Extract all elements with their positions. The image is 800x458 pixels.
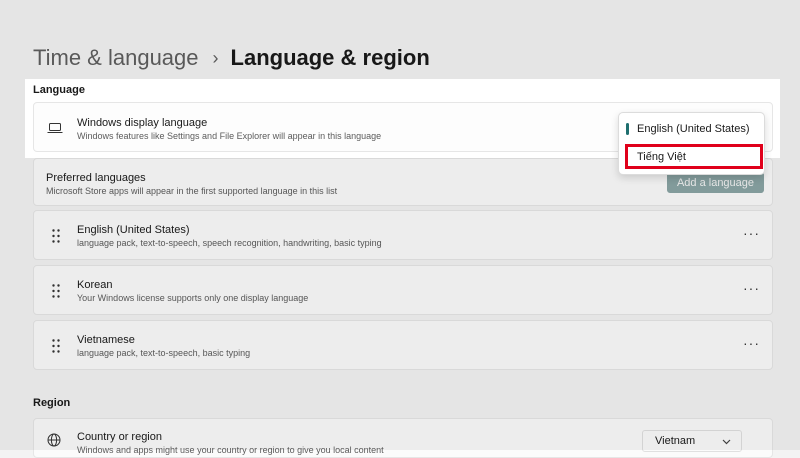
chevron-down-icon <box>722 436 731 448</box>
add-language-button[interactable]: Add a language <box>667 172 764 193</box>
display-language-title: Windows display language <box>77 117 208 129</box>
display-language-dropdown: English (United States) Tiếng Việt <box>618 112 765 175</box>
drag-handle-icon[interactable] <box>52 339 60 353</box>
country-region-title: Country or region <box>77 431 162 443</box>
drag-handle-icon[interactable] <box>52 229 60 243</box>
more-options-icon[interactable]: ··· <box>743 225 760 241</box>
dropdown-option-vietnamese[interactable]: Tiếng Việt <box>625 146 758 168</box>
language-item[interactable]: Vietnamese language pack, text-to-speech… <box>33 320 773 370</box>
laptop-icon <box>47 121 63 139</box>
breadcrumb-parent[interactable]: Time & language <box>33 45 199 71</box>
more-options-icon[interactable]: ··· <box>743 280 760 296</box>
country-region-subtitle: Windows and apps might use your country … <box>77 445 384 455</box>
language-item[interactable]: Korean Your Windows license supports onl… <box>33 265 773 315</box>
country-region-select[interactable]: Vietnam <box>642 430 742 452</box>
language-name: Korean <box>77 279 113 291</box>
language-detail: Your Windows license supports only one d… <box>77 293 309 303</box>
language-name: Vietnamese <box>77 334 135 346</box>
drag-handle-icon[interactable] <box>52 284 60 298</box>
dim-overlay <box>0 79 25 158</box>
dim-overlay <box>780 79 800 158</box>
preferred-languages-title: Preferred languages <box>46 172 146 184</box>
dropdown-option-label: Tiếng Việt <box>637 151 686 163</box>
country-region-value: Vietnam <box>655 435 696 447</box>
breadcrumb-separator: › <box>212 47 219 68</box>
language-section-heading: Language <box>33 84 85 96</box>
language-detail: language pack, text-to-speech, speech re… <box>77 238 382 248</box>
preferred-languages-subtitle: Microsoft Store apps will appear in the … <box>46 186 338 196</box>
globe-icon <box>47 433 61 452</box>
display-language-subtitle: Windows features like Settings and File … <box>77 131 382 141</box>
language-item[interactable]: English (United States) language pack, t… <box>33 210 773 260</box>
language-name: English (United States) <box>77 224 190 236</box>
more-options-icon[interactable]: ··· <box>743 335 760 351</box>
dropdown-option-label: English (United States) <box>637 123 750 135</box>
breadcrumb: Time & language › Language & region <box>33 40 430 76</box>
dropdown-option-english[interactable]: English (United States) <box>625 118 758 140</box>
language-detail: language pack, text-to-speech, basic typ… <box>77 348 251 358</box>
selected-indicator <box>626 123 629 135</box>
region-section-heading: Region <box>33 397 71 409</box>
page-title: Language & region <box>230 45 430 70</box>
